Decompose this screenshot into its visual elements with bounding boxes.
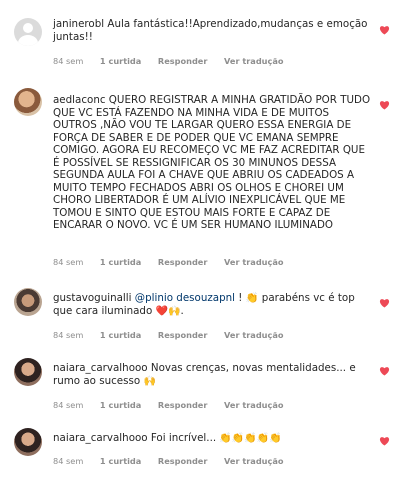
avatar[interactable] — [14, 18, 42, 46]
mention-link[interactable]: @plinio desouzapnl — [135, 292, 235, 304]
comment-likes[interactable]: 1 curtida — [100, 257, 141, 267]
translate-button[interactable]: Ver tradução — [224, 456, 284, 466]
comment-meta: 84 sem 1 curtida Responder Ver tradução — [53, 330, 298, 340]
avatar[interactable] — [14, 88, 42, 116]
heart-hands-emoji: ❤️🙌 — [155, 305, 181, 317]
comment-meta: 84 sem 1 curtida Responder Ver tradução — [53, 56, 298, 66]
comment-body: janinerobl Aula fantástica!!Aprendizado,… — [53, 18, 371, 43]
heart-icon[interactable] — [379, 298, 391, 310]
reply-button[interactable]: Responder — [158, 330, 208, 340]
comment-likes[interactable]: 1 curtida — [100, 456, 141, 466]
avatar[interactable] — [14, 428, 42, 456]
reply-button[interactable]: Responder — [158, 257, 208, 267]
comment-body: naiara_carvalhooo Foi incrível... 👏👏👏👏👏 — [53, 432, 371, 446]
comment-text-end: . — [180, 304, 184, 317]
comment-body: gustavoguinalli @plinio desouzapnl ! 👏 p… — [53, 292, 371, 318]
comment-body: naiara_carvalhooo Novas crenças, novas m… — [53, 362, 371, 388]
comment-username[interactable]: naiara_carvalhooo — [53, 432, 148, 444]
comment-likes[interactable]: 1 curtida — [100, 330, 141, 340]
avatar[interactable] — [14, 358, 42, 386]
comment-username[interactable]: naiara_carvalhooo — [53, 362, 148, 374]
comment-meta: 84 sem 1 curtida Responder Ver tradução — [53, 257, 298, 267]
reply-button[interactable]: Responder — [158, 56, 208, 66]
comment-time[interactable]: 84 sem — [53, 400, 83, 410]
comment-likes[interactable]: 1 curtida — [100, 56, 141, 66]
comment-username[interactable]: aedlaconc — [53, 94, 106, 106]
heart-icon[interactable] — [379, 25, 391, 37]
reply-button[interactable]: Responder — [158, 400, 208, 410]
reply-button[interactable]: Responder — [158, 456, 208, 466]
heart-icon[interactable] — [379, 100, 391, 112]
comment-time[interactable]: 84 sem — [53, 257, 83, 267]
translate-button[interactable]: Ver tradução — [224, 257, 284, 267]
clapping-hands-emoji: 👏👏👏👏👏 — [219, 433, 282, 444]
raised-hands-emoji: 🙌 — [143, 375, 156, 387]
avatar[interactable] — [14, 288, 42, 316]
translate-button[interactable]: Ver tradução — [224, 330, 284, 340]
comment-time[interactable]: 84 sem — [53, 56, 83, 66]
comment-username[interactable]: janinerobl — [53, 18, 104, 30]
comment-text: Foi incrível... — [150, 432, 217, 444]
comment-meta: 84 sem 1 curtida Responder Ver tradução — [53, 400, 298, 410]
heart-icon[interactable] — [379, 366, 391, 378]
heart-icon[interactable] — [379, 436, 391, 448]
comment-meta: 84 sem 1 curtida Responder Ver tradução — [53, 456, 298, 466]
comment-username[interactable]: gustavoguinalli — [53, 292, 132, 304]
comment-body: aedlaconc QUERO REGISTRAR A MINHA GRATID… — [53, 94, 371, 232]
comment-likes[interactable]: 1 curtida — [100, 400, 141, 410]
comment-time[interactable]: 84 sem — [53, 456, 83, 466]
comment-time[interactable]: 84 sem — [53, 330, 83, 340]
comment-text: QUERO REGISTRAR A MINHA GRATIDÃO POR TUD… — [53, 94, 371, 231]
translate-button[interactable]: Ver tradução — [224, 56, 284, 66]
translate-button[interactable]: Ver tradução — [224, 400, 284, 410]
